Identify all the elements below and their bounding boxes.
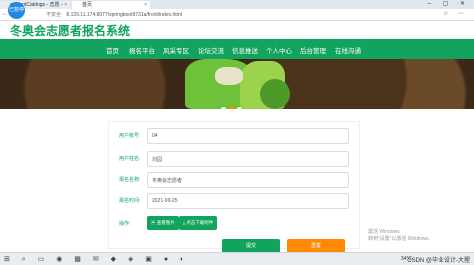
field-label: 报名名称: — [119, 177, 141, 183]
nav-item-profile[interactable]: 个人中心 — [266, 45, 292, 55]
carousel-dots — [221, 101, 244, 109]
field-label: 报名时间: — [119, 198, 141, 204]
browser-tab-active[interactable]: 首页 × — [72, 1, 150, 9]
back-icon[interactable]: ← — [2, 11, 8, 17]
address-bar: ← → ↻ 不安全 8.129.11.174:8077/springboot97… — [0, 9, 474, 21]
close-icon[interactable]: × — [64, 1, 67, 9]
taskbar-apps[interactable]: ⊞ ⌕ ▭ ◉ ▦ ✉ ◆ ◈ ▣ ● ◐ — [4, 255, 189, 264]
avatar[interactable]: 已暂停 — [8, 2, 25, 19]
url-text: 8.129.11.174:8077/springboot9731a/front/… — [66, 12, 182, 18]
form-row-signup-name: 报名名称: 冬奥会志愿者 — [109, 172, 359, 188]
signup-detail-form: 用户账号: 04 用户姓名: 刘园 报名名称: 冬奥会志愿者 报名时间: 202… — [108, 121, 360, 249]
browser-tab-bar: studentCatdogs - 志愿 - × 首页 × – ▢ ✕ — [0, 0, 474, 9]
nav-item-admin[interactable]: 后台管理 — [300, 45, 326, 55]
form-row-account: 用户账号: 04 — [109, 128, 359, 144]
form-row-actions: 操作: ▣ 查看图片 ⤓ 点击下载附件 — [109, 216, 359, 232]
windows-activation-watermark: 激活 Windows 转到“设置”以激活 Windows。 — [368, 229, 434, 242]
taskbar: ⊞ ⌕ ▭ ◉ ▦ ✉ ◆ ◈ ▣ ● ◐ 34°C CSDN @毕业设计-大猩 — [0, 252, 474, 265]
signup-time-field[interactable]: 2021-09-25 — [147, 193, 349, 209]
carousel-dot[interactable] — [221, 107, 226, 109]
close-icon[interactable]: × — [144, 1, 147, 9]
submit-button[interactable]: 提交 — [222, 239, 280, 253]
nav-item-home[interactable]: 首页 — [106, 45, 119, 55]
form-row-name: 用户姓名: 刘园 — [109, 151, 359, 167]
insecure-label: 不安全 — [46, 12, 62, 18]
nav-item-showcase[interactable]: 风采专区 — [163, 45, 189, 55]
form-row-signup-time: 报名时间: 2021-09-25 — [109, 193, 359, 209]
signup-name-field[interactable]: 冬奥会志愿者 — [147, 172, 349, 188]
reset-button[interactable]: 重置 — [287, 239, 345, 253]
tab-title: 首页 — [82, 2, 93, 8]
download-attachment-button[interactable]: ⤓ 点击下载附件 — [179, 216, 218, 230]
nav-item-forum[interactable]: 论坛交流 — [198, 45, 224, 55]
nav-item-chat[interactable]: 在线沟通 — [335, 45, 361, 55]
site-title: 冬奥会志愿者报名系统 — [10, 24, 131, 38]
nav-item-signup[interactable]: 报名平台 — [129, 45, 155, 55]
carousel-dot-active[interactable] — [228, 106, 235, 109]
field-label: 用户账号: — [119, 133, 141, 139]
carousel-dot[interactable] — [237, 107, 242, 109]
field-label: 操作: — [119, 221, 131, 227]
view-image-button[interactable]: ▣ 查看图片 — [147, 216, 179, 230]
main-nav: 首页 报名平台 风采专区 论坛交流 信息推送 个人中心 后台管理 在线沟通 — [0, 39, 474, 59]
nav-item-notifications[interactable]: 信息推送 — [232, 45, 258, 55]
field-label: 用户姓名: — [119, 156, 141, 162]
browser-toolbar-icons[interactable]: ☆ ⋯ — [443, 10, 468, 17]
account-field[interactable]: 04 — [147, 128, 349, 144]
name-field[interactable]: 刘园 — [147, 151, 349, 167]
window-controls[interactable]: – ▢ ✕ — [428, 0, 470, 7]
banner-carousel[interactable] — [0, 59, 474, 109]
url-field[interactable]: 不安全 8.129.11.174:8077/springboot9731a/fr… — [46, 11, 182, 18]
csdn-watermark: CSDN @毕业设计-大猩 — [407, 258, 470, 264]
